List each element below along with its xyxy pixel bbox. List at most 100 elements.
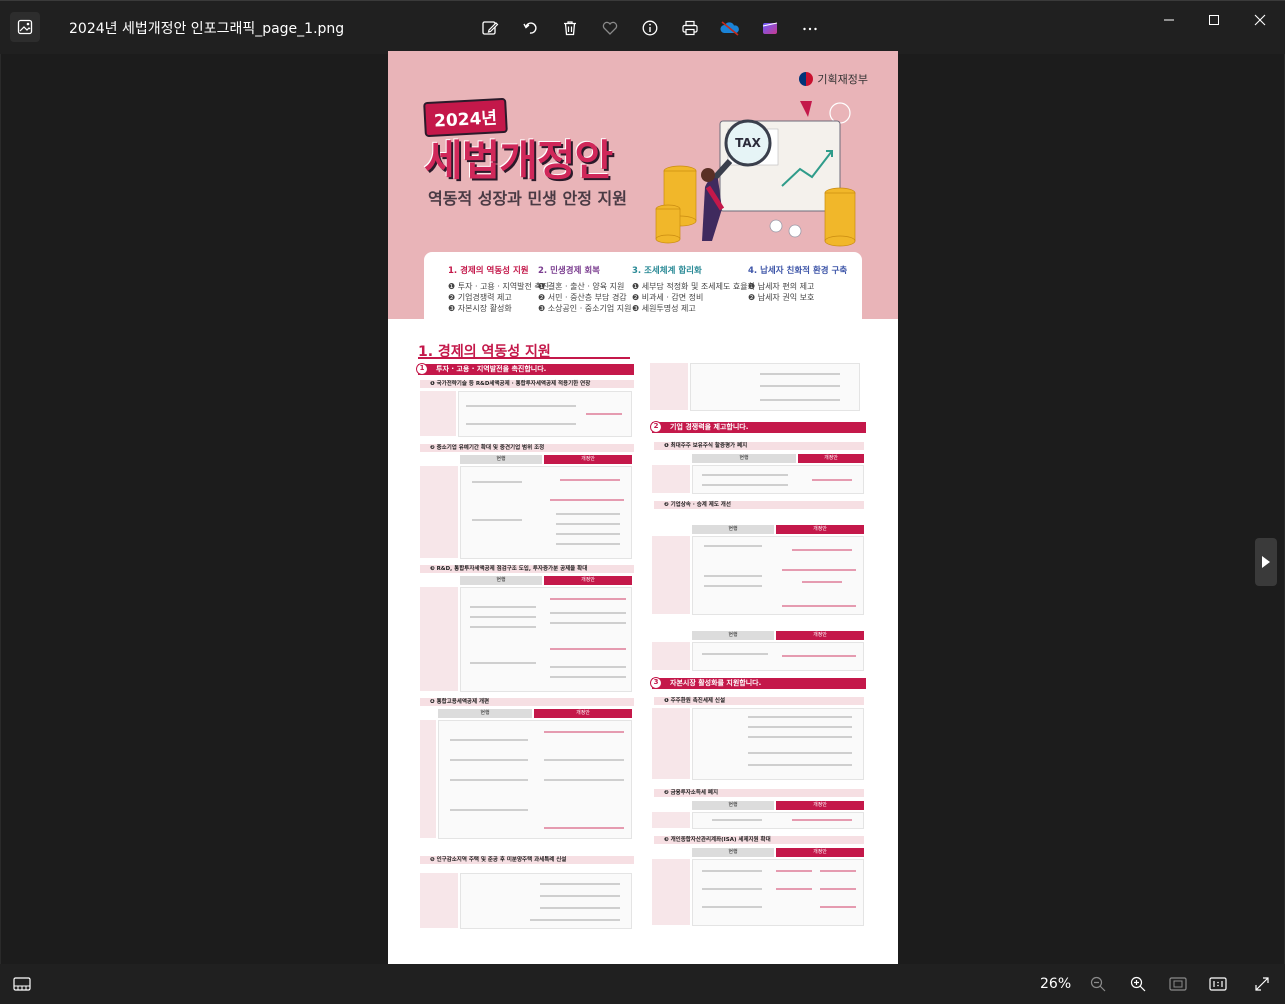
table: 현행 개정안 — [652, 801, 864, 829]
goal-item: ❸ 소상공인 · 중소기업 지원 — [538, 304, 632, 313]
fit-to-window-icon[interactable] — [1166, 974, 1190, 994]
tax-magnifier-label: TAX — [735, 136, 762, 150]
print-icon[interactable] — [670, 13, 710, 43]
favorite-heart-icon[interactable] — [590, 13, 630, 43]
infographic-image: 기획재정부 2024년 세법개정안 역동적 성장과 민생 안정 지원 TAX 1… — [388, 51, 898, 964]
col-current: 현행 — [692, 454, 796, 463]
item-header: ❹ 통합고용세액공제 개편 — [420, 698, 634, 706]
table: 현행 개정안 — [420, 455, 632, 559]
table: 현행 개정안 — [420, 576, 632, 692]
goal-heading: 2. 민생경제 회복 — [538, 266, 600, 276]
title-bar: 2024년 세법개정안 인포그래픽_page_1.png — [0, 0, 1285, 54]
clipchamp-icon[interactable] — [750, 13, 790, 43]
close-button[interactable] — [1237, 1, 1283, 39]
hero-banner: 기획재정부 2024년 세법개정안 역동적 성장과 민생 안정 지원 TAX 1… — [388, 51, 898, 322]
col-revised: 개정안 — [798, 454, 864, 463]
table: 현행 개정안 — [652, 848, 864, 926]
col-current: 현행 — [692, 801, 774, 810]
col-revised: 개정안 — [776, 848, 864, 857]
table — [652, 708, 864, 780]
col-current: 현행 — [460, 455, 542, 464]
item-header: ❷ 기업상속 · 승계 제도 개선 — [654, 501, 864, 509]
table — [420, 391, 632, 437]
col-current: 현행 — [692, 525, 774, 534]
subsection-number: 1 — [416, 363, 428, 375]
section-underline — [418, 357, 630, 359]
item-header: ❶ 최대주주 보유주식 할증평가 폐지 — [654, 442, 864, 450]
col-revised: 개정안 — [776, 525, 864, 534]
item-header: ❸ 개인종합자산관리계좌(ISA) 세제지원 확대 — [654, 836, 864, 844]
more-options-icon[interactable] — [790, 13, 830, 43]
onedrive-icon[interactable] — [710, 13, 750, 43]
subsection-number: 3 — [650, 677, 662, 689]
item-header: ❷ 금융투자소득세 폐지 — [654, 789, 864, 797]
item-header: ❺ 인구감소지역 주택 및 준공 후 미분양주택 과세특례 신설 — [420, 856, 634, 864]
table — [650, 363, 860, 411]
table: 현행 개정안 — [652, 631, 864, 671]
subtitle: 역동적 성장과 민생 안정 지원 — [428, 189, 627, 208]
image-canvas[interactable]: 기획재정부 2024년 세법개정안 역동적 성장과 민생 안정 지원 TAX 1… — [0, 51, 1285, 964]
main-title: 세법개정안 — [424, 136, 613, 185]
edit-image-icon[interactable] — [470, 13, 510, 43]
col-revised: 개정안 — [534, 709, 632, 718]
subsection-header: 기업 경쟁력을 제고합니다. — [652, 422, 866, 433]
col-current: 현행 — [438, 709, 532, 718]
item-header: ❶ 주주환원 촉진세제 신설 — [654, 697, 864, 705]
goal-item: ❶ 결혼 · 출산 · 양육 지원 — [538, 282, 625, 291]
item-header: ❷ 중소기업 유예기간 확대 및 중견기업 범위 조정 — [420, 444, 634, 452]
goal-item: ❸ 세원투명성 제고 — [632, 304, 696, 313]
col-revised: 개정안 — [776, 801, 864, 810]
item-header: ❸ R&D, 통합투자세액공제 점검구조 도입, 투자증가분 공제율 확대 — [420, 565, 634, 573]
goal-item: ❶ 투자 · 고용 · 지역발전 촉진 — [448, 282, 550, 291]
col-current: 현행 — [460, 576, 542, 585]
col-revised: 개정안 — [544, 455, 632, 464]
ministry-logo: 기획재정부 — [799, 71, 868, 87]
col-revised: 개정안 — [776, 631, 864, 640]
zoom-out-icon[interactable] — [1086, 974, 1110, 994]
toolbar — [470, 13, 830, 43]
zoom-level: 26% — [1040, 976, 1072, 992]
goal-heading: 1. 경제의 역동성 지원 — [448, 266, 529, 276]
item-header: ❶ 국가전략기술 등 R&D세액공제 · 통합투자세액공제 적용기한 연장 — [420, 380, 634, 388]
table — [420, 873, 632, 929]
goal-heading: 3. 조세체계 합리화 — [632, 266, 702, 276]
photos-app-icon[interactable] — [10, 12, 40, 42]
goal-item: ❷ 비과세 · 감면 정비 — [632, 293, 704, 302]
file-info-icon[interactable] — [630, 13, 670, 43]
maximize-button[interactable] — [1191, 1, 1237, 39]
filmstrip-icon[interactable] — [10, 974, 34, 994]
rotate-icon[interactable] — [510, 13, 550, 43]
goal-item: ❷ 서민 · 중산층 부담 경감 — [538, 293, 627, 302]
goal-heading: 4. 납세자 친화적 환경 구축 — [748, 266, 848, 276]
table: 현행 개정안 — [420, 709, 632, 839]
minimize-button[interactable] — [1146, 1, 1192, 39]
goal-3: 3. 조세체계 합리화 ❶ 세부담 적정화 및 조세제도 효율화 ❷ 비과세 ·… — [632, 266, 755, 314]
col-current: 현행 — [692, 848, 774, 857]
table: 현행 개정안 — [652, 454, 864, 494]
goal-item: ❷ 기업경쟁력 제고 — [448, 293, 512, 302]
subsection-header: 자본시장 활성화를 지원합니다. — [652, 678, 866, 689]
goal-item: ❷ 납세자 권익 보호 — [748, 293, 815, 302]
zoom-in-icon[interactable] — [1126, 974, 1150, 994]
actual-size-icon[interactable] — [1206, 974, 1230, 994]
subsection-header: 투자 · 고용 · 지역발전을 촉진합니다. — [418, 364, 634, 375]
goal-item: ❶ 납세자 편의 제고 — [748, 282, 815, 291]
goal-2: 2. 민생경제 회복 ❶ 결혼 · 출산 · 양육 지원 ❷ 서민 · 중산층 … — [538, 266, 632, 314]
col-revised: 개정안 — [544, 576, 632, 585]
window-title: 2024년 세법개정안 인포그래픽_page_1.png — [69, 21, 345, 37]
tax-illustration-icon: TAX — [655, 101, 856, 247]
goal-1: 1. 경제의 역동성 지원 ❶ 투자 · 고용 · 지역발전 촉진 ❷ 기업경쟁… — [448, 266, 549, 314]
goals-panel: 1. 경제의 역동성 지원 ❶ 투자 · 고용 · 지역발전 촉진 ❷ 기업경쟁… — [424, 252, 862, 322]
col-current: 현행 — [692, 631, 774, 640]
next-image-button[interactable] — [1255, 538, 1277, 586]
fullscreen-icon[interactable] — [1250, 974, 1274, 994]
goal-item: ❶ 세부담 적정화 및 조세제도 효율화 — [632, 282, 755, 291]
delete-icon[interactable] — [550, 13, 590, 43]
goal-item: ❸ 자본시장 활성화 — [448, 304, 512, 313]
subsection-number: 2 — [650, 421, 662, 433]
table: 현행 개정안 — [652, 525, 864, 615]
ministry-name: 기획재정부 — [817, 73, 868, 86]
status-bar: 26% — [0, 964, 1285, 1004]
goal-4: 4. 납세자 친화적 환경 구축 ❶ 납세자 편의 제고 ❷ 납세자 권익 보호 — [748, 266, 847, 303]
government-emblem-icon — [799, 72, 814, 86]
